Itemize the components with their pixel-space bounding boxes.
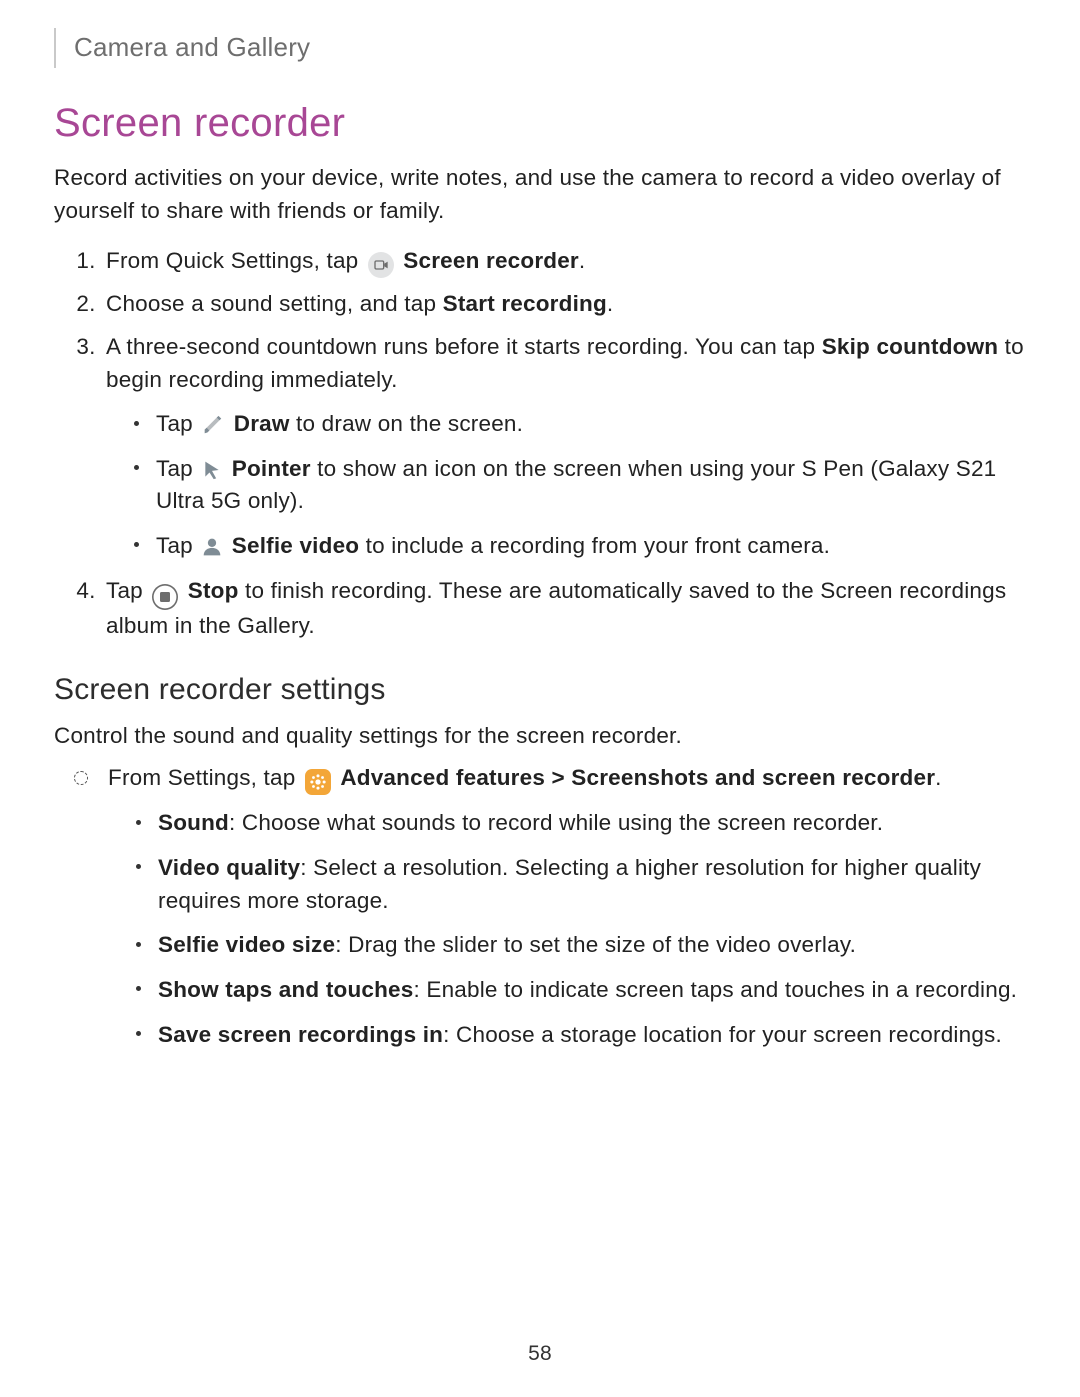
- steps-list: From Quick Settings, tap Screen recorder…: [54, 245, 1026, 642]
- step-3-pre: A three-second countdown runs before it …: [106, 334, 822, 359]
- settings-item-save-location-text: : Choose a storage location for your scr…: [443, 1022, 1002, 1047]
- settings-sublist: Sound: Choose what sounds to record whil…: [108, 807, 1026, 1051]
- step-4-post: to finish recording. These are automatic…: [106, 578, 1006, 638]
- settings-item-selfie-size-label: Selfie video size: [158, 932, 335, 957]
- selfie-person-icon: [202, 536, 222, 558]
- intro-paragraph: Record activities on your device, write …: [54, 162, 1026, 227]
- breadcrumb-rule: [54, 28, 56, 68]
- step-1-post: .: [579, 248, 585, 273]
- settings-item-show-taps: Show taps and touches: Enable to indicat…: [136, 974, 1026, 1007]
- sub-intro: Control the sound and quality settings f…: [54, 720, 1026, 753]
- step-3-sublist: Tap Draw to draw on the screen. Tap: [106, 408, 1026, 563]
- settings-item-video-quality-label: Video quality: [158, 855, 300, 880]
- advanced-features-icon: [305, 769, 331, 795]
- step-3-sub-1: Tap Draw to draw on the screen.: [134, 408, 1026, 441]
- breadcrumb: Camera and Gallery: [54, 28, 1026, 68]
- settings-item-video-quality: Video quality: Select a resolution. Sele…: [136, 852, 1026, 917]
- settings-root-list: From Settings, tap Advanced features > S…: [54, 762, 1026, 1051]
- breadcrumb-label: Camera and Gallery: [74, 29, 310, 67]
- subheading: Screen recorder settings: [54, 668, 1026, 712]
- step-3-sub-3: Tap Selfie video to include a recording …: [134, 530, 1026, 563]
- settings-item-show-taps-text: : Enable to indicate screen taps and tou…: [413, 977, 1017, 1002]
- settings-path-item: From Settings, tap Advanced features > S…: [102, 762, 1026, 1051]
- step-3-label1: Skip countdown: [822, 334, 999, 359]
- step-3-sub-1-label: Draw: [234, 411, 290, 436]
- page-title: Screen recorder: [54, 94, 1026, 152]
- pointer-icon: [202, 459, 222, 481]
- step-4-pre: Tap: [106, 578, 149, 603]
- step-3-sub-2: Tap Pointer to show an icon on the scree…: [134, 453, 1026, 518]
- step-1-pre: From Quick Settings, tap: [106, 248, 365, 273]
- settings-path-label: Advanced features > Screenshots and scre…: [340, 765, 935, 790]
- step-3: A three-second countdown runs before it …: [102, 331, 1026, 563]
- step-3-sub-1-post: to draw on the screen.: [290, 411, 523, 436]
- step-1: From Quick Settings, tap Screen recorder…: [102, 245, 1026, 278]
- step-2-post: .: [607, 291, 613, 316]
- dashed-circle-marker-icon: [74, 771, 88, 785]
- stop-icon: [152, 584, 178, 610]
- settings-path-pre: From Settings, tap: [108, 765, 302, 790]
- step-3-sub-1-pre: Tap: [156, 411, 199, 436]
- settings-item-sound-text: : Choose what sounds to record while usi…: [229, 810, 883, 835]
- page-number: 58: [0, 1339, 1080, 1369]
- step-1-label: Screen recorder: [403, 248, 579, 273]
- settings-item-selfie-size-text: : Drag the slider to set the size of the…: [335, 932, 856, 957]
- step-2: Choose a sound setting, and tap Start re…: [102, 288, 1026, 321]
- screen-recorder-icon: [368, 252, 394, 278]
- pencil-icon: [202, 414, 224, 436]
- step-3-sub-3-post: to include a recording from your front c…: [359, 533, 830, 558]
- step-3-sub-3-label: Selfie video: [232, 533, 359, 558]
- step-2-label: Start recording: [443, 291, 607, 316]
- step-4: Tap Stop to finish recording. These are …: [102, 575, 1026, 643]
- step-2-pre: Choose a sound setting, and tap: [106, 291, 443, 316]
- settings-item-save-location-label: Save screen recordings in: [158, 1022, 443, 1047]
- settings-item-sound-label: Sound: [158, 810, 229, 835]
- settings-path-post: .: [935, 765, 941, 790]
- settings-item-show-taps-label: Show taps and touches: [158, 977, 413, 1002]
- settings-item-save-location: Save screen recordings in: Choose a stor…: [136, 1019, 1026, 1052]
- step-3-sub-2-label: Pointer: [232, 456, 311, 481]
- step-4-label: Stop: [188, 578, 239, 603]
- step-3-sub-3-pre: Tap: [156, 533, 199, 558]
- settings-item-selfie-size: Selfie video size: Drag the slider to se…: [136, 929, 1026, 962]
- step-3-sub-2-pre: Tap: [156, 456, 199, 481]
- settings-item-sound: Sound: Choose what sounds to record whil…: [136, 807, 1026, 840]
